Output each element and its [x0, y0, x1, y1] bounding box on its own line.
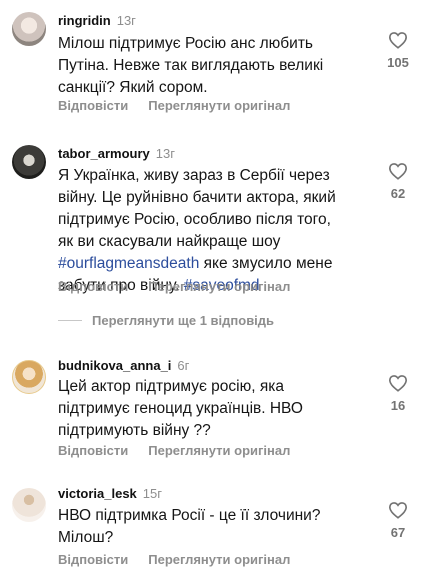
comment-header: tabor_armoury 13г	[58, 146, 175, 162]
username[interactable]: budnikova_anna_i	[58, 358, 171, 373]
comment-actions: Відповісти Переглянути оригінал	[58, 279, 290, 295]
heart-icon[interactable]	[386, 31, 410, 49]
username[interactable]: victoria_lesk	[58, 486, 137, 501]
view-replies-label: Переглянути ще 1 відповідь	[92, 313, 275, 328]
view-original-button[interactable]: Переглянути оригінал	[148, 552, 290, 567]
like-control: 67	[386, 501, 410, 540]
view-original-button[interactable]: Переглянути оригінал	[148, 98, 290, 113]
comment-text: Мілош підтримує Росію анс любить Путіна.…	[58, 35, 324, 96]
like-count: 16	[390, 398, 406, 413]
username[interactable]: ringridin	[58, 13, 111, 28]
view-original-button[interactable]: Переглянути оригінал	[148, 279, 290, 294]
comment-actions: Відповісти Переглянути оригінал	[58, 552, 290, 568]
reply-button[interactable]: Відповісти	[58, 279, 128, 294]
like-control: 16	[386, 374, 410, 413]
comment-header: budnikova_anna_i 6г	[58, 358, 189, 374]
timestamp: 15г	[142, 486, 162, 501]
comment-text: НВО підтримка Росії - це її злочини? Міл…	[58, 507, 321, 546]
reply-button[interactable]: Відповісти	[58, 552, 128, 567]
like-count: 67	[390, 525, 406, 540]
like-control: 105	[386, 31, 410, 70]
username[interactable]: tabor_armoury	[58, 146, 150, 161]
comment-text: Я Українка, живу зараз в Сербії через ві…	[58, 165, 348, 297]
heart-icon[interactable]	[386, 162, 410, 180]
comment-text: Цей актор підтримує росію, яка підтримує…	[58, 378, 303, 439]
comment-header: victoria_lesk 15г	[58, 486, 162, 502]
avatar[interactable]	[12, 488, 46, 522]
timestamp: 13г	[155, 146, 175, 161]
reply-button[interactable]: Відповісти	[58, 443, 128, 458]
comment-actions: Відповісти Переглянути оригінал	[58, 98, 290, 114]
heart-icon[interactable]	[386, 374, 410, 392]
timestamp: 13г	[116, 13, 136, 28]
divider	[58, 320, 82, 321]
comment-text-part: Я Українка, живу зараз в Сербії через ві…	[58, 167, 336, 250]
avatar[interactable]	[12, 360, 46, 394]
reply-button[interactable]: Відповісти	[58, 98, 128, 113]
comment-header: ringridin 13г	[58, 13, 136, 29]
avatar[interactable]	[12, 12, 46, 46]
avatar[interactable]	[12, 145, 46, 179]
view-replies-button[interactable]: Переглянути ще 1 відповідь	[58, 313, 274, 328]
like-count: 105	[387, 55, 409, 70]
comment-actions: Відповісти Переглянути оригінал	[58, 443, 290, 459]
view-original-button[interactable]: Переглянути оригінал	[148, 443, 290, 458]
hashtag-link[interactable]: #ourflagmeansdeath	[58, 255, 199, 272]
like-control: 62	[386, 162, 410, 201]
heart-icon[interactable]	[386, 501, 410, 519]
like-count: 62	[390, 186, 406, 201]
timestamp: 6г	[177, 358, 190, 373]
